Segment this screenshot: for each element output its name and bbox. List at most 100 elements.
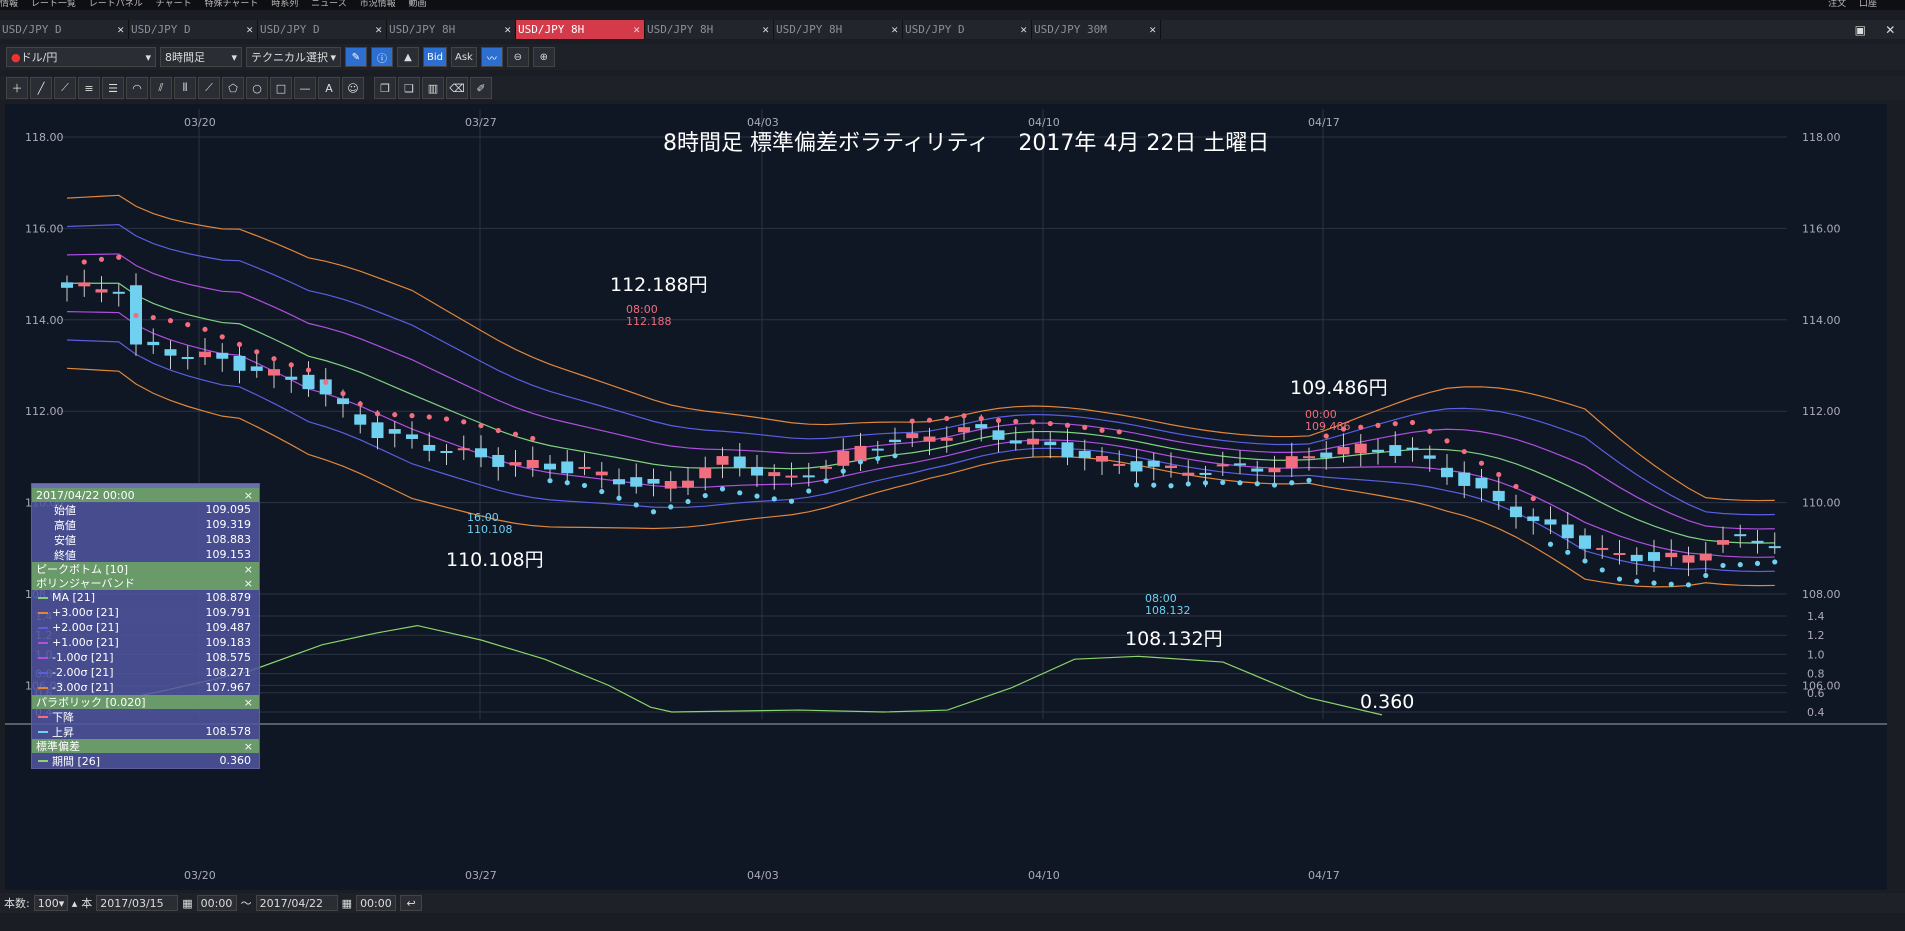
price-chart-svg[interactable]: 118.00 118.00 116.00 116.00 114.00 114.00 112.… — [5, 104, 1887, 890]
candle-body — [302, 374, 315, 390]
trendline-button[interactable]: ╱ — [30, 77, 52, 99]
menu-item[interactable]: 動画 — [408, 0, 426, 9]
close-icon[interactable]: ✕ — [117, 23, 124, 36]
arc-button[interactable]: ◠ — [126, 77, 148, 99]
channel-button[interactable]: ⫽ — [150, 77, 172, 99]
candle-body — [250, 366, 263, 371]
sar-dot — [288, 362, 294, 368]
close-icon[interactable]: ✕ — [1020, 23, 1027, 36]
chart-toolbar: ● ドル/円 ▾ 8時間足 ▾ テクニカル選択 ▾ ✎ ⓘ ▲ Bid Ask … — [0, 44, 1905, 70]
fan-button[interactable]: ⟋ — [198, 77, 220, 99]
candle-body — [1648, 552, 1660, 561]
close-icon[interactable]: ✕ — [504, 23, 511, 36]
close-icon[interactable]: × — [244, 489, 253, 502]
sar-dot — [961, 413, 967, 419]
close-icon[interactable]: ✕ — [1149, 23, 1156, 36]
close-icon[interactable]: × — [244, 563, 253, 576]
pen-button[interactable]: ✎ — [345, 47, 367, 67]
y-tick-right: 114.00 — [1802, 314, 1841, 327]
close-icon[interactable]: ✕ — [375, 23, 382, 36]
sar-dot — [616, 495, 622, 501]
pentagon-button[interactable]: ⬠ — [222, 77, 244, 99]
menu-item[interactable]: 情報 — [0, 0, 18, 9]
sar-dot — [219, 334, 225, 340]
close-icon[interactable]: × — [244, 740, 253, 753]
eraser-all-button[interactable]: ✐ — [470, 77, 492, 99]
sar-dot — [236, 341, 243, 347]
period-select[interactable]: 8時間足 ▾ — [160, 47, 242, 67]
calendar-icon[interactable]: ▦ — [182, 897, 192, 910]
multi-hline-button[interactable]: ☰ — [102, 77, 124, 99]
candle-body — [1475, 477, 1488, 489]
maximize-icon[interactable]: ▣ — [1855, 23, 1866, 37]
sub-y-tick-right: 0.8 — [1807, 668, 1825, 681]
chart-tab[interactable]: USD/JPY 8H ✕ — [516, 20, 645, 39]
copy-button[interactable]: ❐ — [374, 77, 396, 99]
menu-item[interactable]: 特殊チャート — [204, 0, 258, 9]
bid-button[interactable]: Bid — [423, 47, 447, 67]
menu-item[interactable]: 市況情報 — [360, 0, 396, 9]
reload-button[interactable]: ↩ — [400, 895, 423, 911]
chart-tab[interactable]: USD/JPY 8H ✕ — [387, 20, 516, 39]
menu-order[interactable]: 注文 — [1828, 0, 1846, 9]
ruler-button[interactable]: ⟋ — [54, 77, 76, 99]
chart-tab[interactable]: USD/JPY D ✕ — [903, 20, 1032, 39]
chart-tab[interactable]: USD/JPY D ✕ — [129, 20, 258, 39]
circle-button[interactable]: ○ — [246, 77, 268, 99]
calendar-icon[interactable]: ▦ — [342, 897, 352, 910]
close-icon[interactable]: ✕ — [246, 23, 253, 36]
from-date-field[interactable]: 2017/03/15 — [96, 895, 179, 911]
text-button[interactable]: A — [318, 77, 340, 99]
hline-button[interactable]: ≡ — [78, 77, 100, 99]
chart-tab[interactable]: USD/JPY 8H ✕ — [774, 20, 903, 39]
info-button[interactable]: ⓘ — [371, 47, 393, 67]
menu-item[interactable]: ニュース — [311, 0, 347, 9]
candle-body — [423, 444, 436, 451]
legend-row: +2.00σ [21] 109.487 — [32, 620, 259, 635]
crosshair-button[interactable]: ＋ — [6, 77, 28, 99]
close-icon[interactable]: × — [244, 696, 253, 709]
y-tick-right: 110.00 — [1802, 497, 1841, 510]
chart-tab[interactable]: USD/JPY 8H ✕ — [645, 20, 774, 39]
rectangle-button[interactable]: □ — [270, 77, 292, 99]
ask-button[interactable]: Ask — [451, 47, 477, 67]
currency-pair-select[interactable]: ● ドル/円 ▾ — [6, 47, 156, 67]
hrule-button[interactable]: — — [294, 77, 316, 99]
chevron-down-icon: ▾ — [231, 50, 237, 64]
chevron-up-icon[interactable]: ▴ — [72, 897, 78, 910]
from-time-field[interactable]: 00:00 — [196, 895, 237, 911]
eraser-button[interactable]: ⌫ — [446, 77, 468, 99]
close-icon[interactable]: ✕ — [1885, 23, 1895, 37]
menu-item[interactable]: チャート — [156, 0, 192, 9]
close-icon[interactable]: ✕ — [891, 23, 898, 36]
legend-row-value: 109.487 — [205, 621, 252, 634]
menu-item[interactable]: レートパネル — [89, 0, 143, 9]
menu-account[interactable]: 口座 — [1859, 0, 1877, 9]
delete-button[interactable]: ▥ — [422, 77, 444, 99]
vlines-button[interactable]: ⦀ — [174, 77, 196, 99]
close-icon[interactable]: ✕ — [633, 23, 640, 36]
close-icon[interactable]: × — [244, 577, 253, 590]
candle-body — [958, 427, 970, 433]
data-legend-panel[interactable]: 2017/04/22 00:00 × 始値 109.095 高値 109.319 安値 10… — [31, 483, 260, 769]
zoom-out-button[interactable]: ⊖ — [506, 47, 529, 67]
count-select[interactable]: 100 ▾ — [33, 895, 68, 911]
candle-body — [78, 282, 91, 287]
paste-button[interactable]: ❏ — [398, 77, 420, 99]
legend-swatch — [38, 759, 48, 762]
close-icon[interactable]: ✕ — [762, 23, 769, 36]
menu-item[interactable]: 時系列 — [271, 0, 298, 9]
chart-type-button[interactable]: ▲ — [397, 47, 419, 67]
emoji-button[interactable]: ☺ — [342, 77, 364, 99]
chart-tab[interactable]: USD/JPY 30M ✕ — [1032, 20, 1161, 39]
zoom-in-button[interactable]: ⊕ — [532, 47, 555, 67]
chart-tab[interactable]: USD/JPY D ✕ — [258, 20, 387, 39]
candle-body — [1113, 463, 1126, 466]
wave-button[interactable]: 〰 — [480, 47, 503, 67]
chart-area[interactable]: 118.00 118.00 116.00 116.00 114.00 114.00 112.… — [5, 104, 1887, 890]
technical-select[interactable]: テクニカル選択 ▾ — [246, 47, 341, 67]
menu-item[interactable]: レート一覧 — [31, 0, 76, 9]
to-time-field[interactable]: 00:00 — [356, 895, 397, 911]
chart-tab[interactable]: USD/JPY D ✕ — [0, 20, 129, 39]
to-date-field[interactable]: 2017/04/22 — [255, 895, 338, 911]
